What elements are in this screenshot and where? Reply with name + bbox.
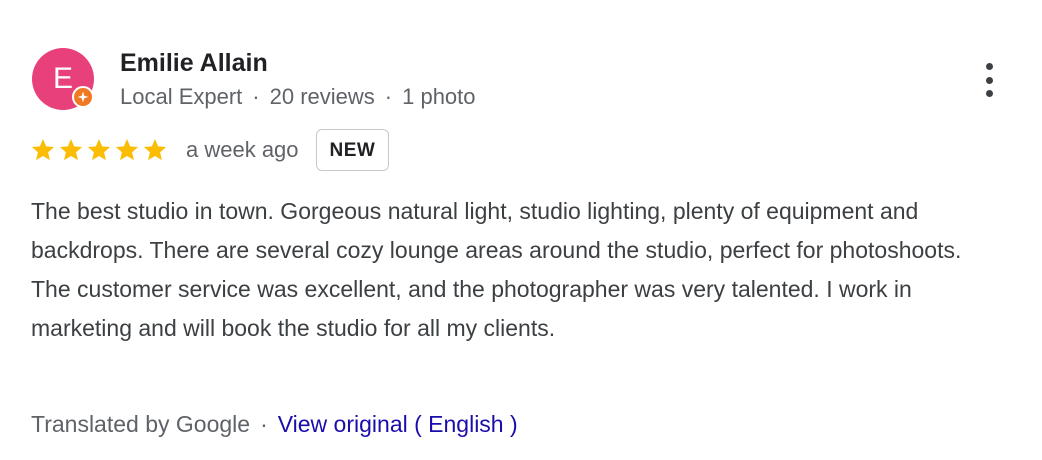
reviewer-avatar-container[interactable]: E — [32, 48, 94, 110]
star-icon — [87, 138, 111, 161]
view-original-link[interactable]: View original ( English ) — [278, 411, 518, 437]
rating-row: a week ago NEW — [30, 128, 390, 172]
star-icon — [59, 138, 83, 161]
more-vert-icon-dot — [985, 76, 993, 84]
review-time: a week ago — [186, 137, 299, 162]
sparkle-icon — [77, 91, 89, 103]
more-vert-icon-dot — [985, 63, 993, 70]
translation-footer: Translated by Google · View original ( Eng… — [31, 406, 518, 442]
more-options-button[interactable] — [976, 60, 1002, 100]
translated-by-label: Translated by Google — [31, 411, 251, 437]
star-icon — [143, 138, 167, 161]
local-guide-badge-icon — [72, 86, 94, 108]
review-card: E Emilie Allain Local Expert · 20 reviews ·… — [0, 0, 1042, 460]
footer-separator: · — [260, 411, 268, 437]
reviewer-meta[interactable]: Local Expert · 20 reviews · 1 photo — [120, 82, 476, 112]
reviewer-reviews-count: 20 reviews — [269, 84, 375, 109]
reviewer-photos-count: 1 photo — [402, 84, 476, 109]
new-badge: NEW — [315, 129, 390, 171]
more-vert-icon-dot — [985, 90, 993, 97]
star-icon — [115, 138, 139, 161]
meta-separator: · — [252, 84, 260, 109]
review-text: The best studio in town. Gorgeous natura… — [31, 198, 962, 341]
star-icon — [31, 138, 55, 161]
reviewer-name[interactable]: Emilie Allain — [120, 48, 268, 78]
meta-separator: · — [384, 84, 393, 109]
reviewer-level: Local Expert — [120, 84, 243, 109]
star-rating — [30, 137, 170, 163]
